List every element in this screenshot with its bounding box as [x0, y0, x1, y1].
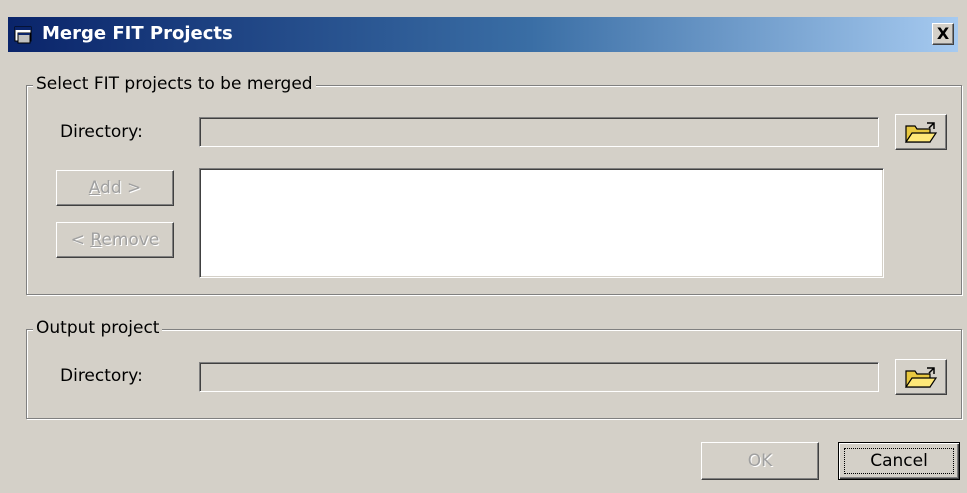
- open-folder-icon: [904, 122, 938, 143]
- remove-button-mnemonic: R: [90, 230, 102, 250]
- cancel-button[interactable]: Cancel: [838, 442, 960, 480]
- window-title: Merge FIT Projects: [42, 23, 233, 44]
- output-project-legend: Output project: [33, 318, 163, 338]
- window-app-icon: [14, 26, 32, 44]
- select-projects-legend: Select FIT projects to be merged: [33, 74, 316, 94]
- merge-fit-projects-dialog: Merge FIT Projects X Select FIT projects…: [0, 0, 967, 493]
- select-browse-button[interactable]: [895, 114, 947, 150]
- output-browse-button[interactable]: [895, 359, 947, 395]
- ok-button[interactable]: OK: [701, 442, 819, 480]
- add-button-rest: dd >: [100, 178, 142, 198]
- select-directory-field[interactable]: [199, 117, 879, 147]
- remove-button[interactable]: < Remove: [56, 222, 174, 258]
- close-button[interactable]: X: [932, 23, 954, 45]
- remove-button-prefix: <: [70, 230, 91, 250]
- select-directory-label: Directory:: [60, 122, 143, 142]
- remove-button-rest: emove: [101, 230, 160, 250]
- add-button-mnemonic: A: [88, 178, 101, 198]
- output-directory-label: Directory:: [60, 366, 143, 386]
- focus-indicator: [844, 448, 954, 474]
- title-bar[interactable]: Merge FIT Projects X: [8, 17, 958, 52]
- project-list[interactable]: [199, 168, 884, 278]
- output-directory-field[interactable]: [199, 362, 879, 392]
- open-folder-icon: [904, 367, 938, 388]
- add-button[interactable]: Add >: [56, 170, 174, 206]
